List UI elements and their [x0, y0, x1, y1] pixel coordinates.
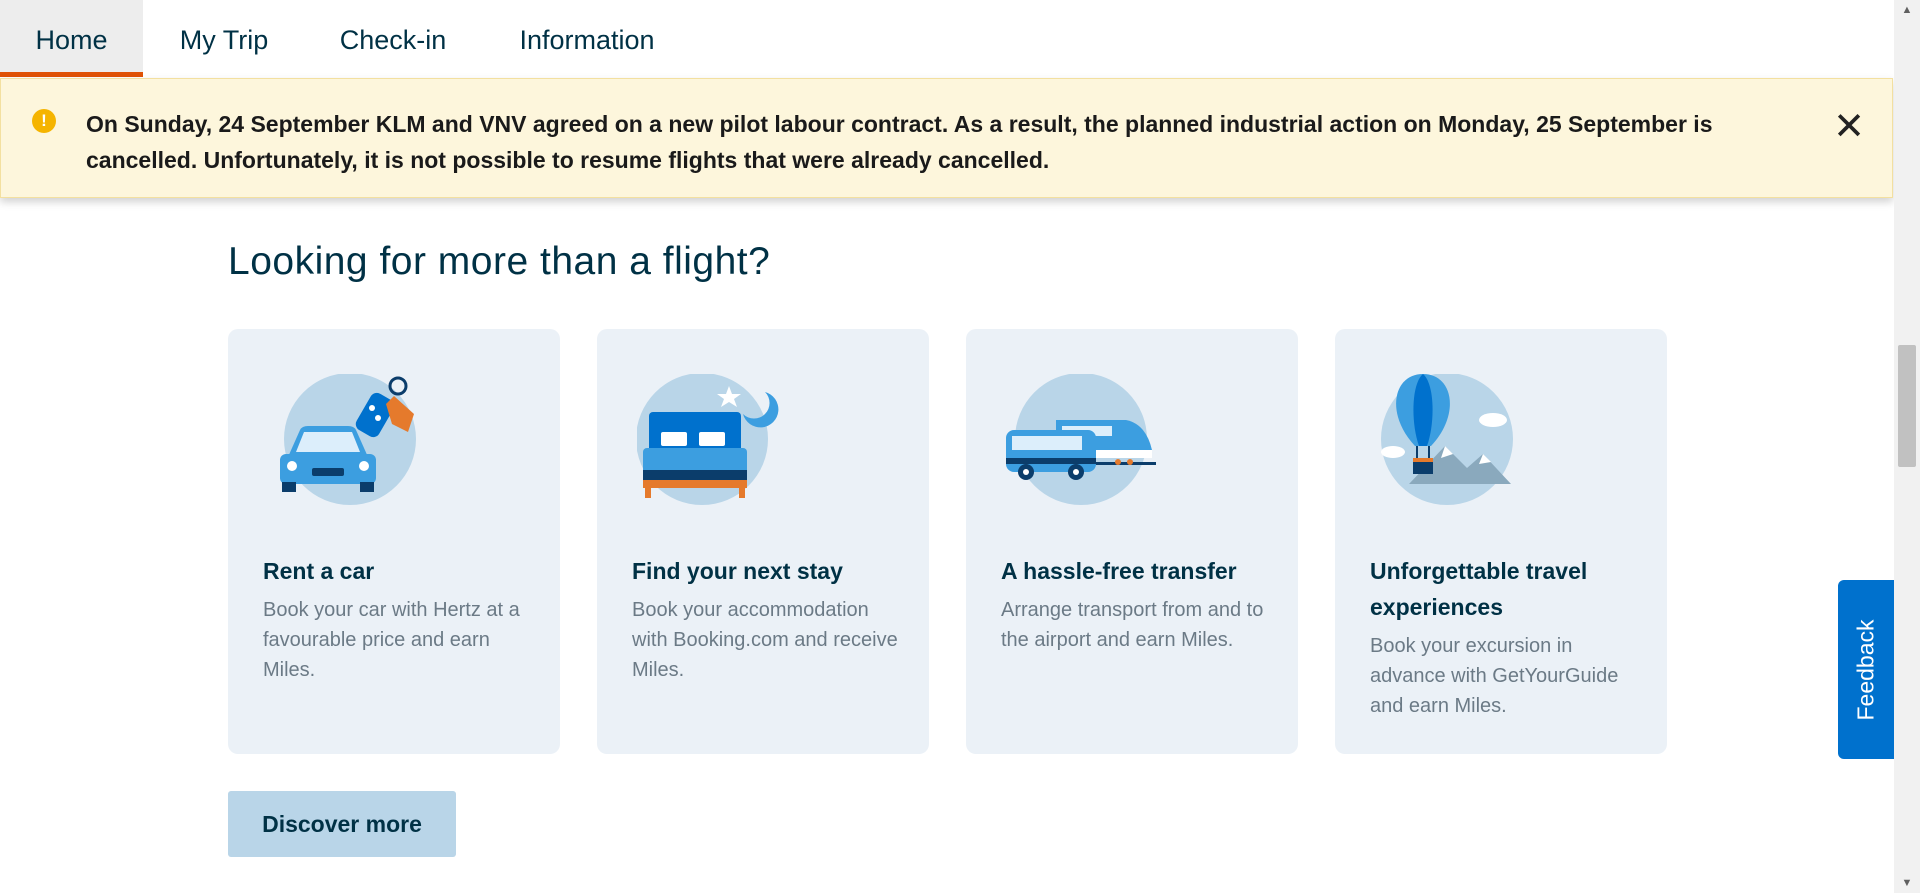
- alert-message: On Sunday, 24 September KLM and VNV agre…: [86, 111, 1713, 173]
- vertical-scrollbar[interactable]: ▲ ▼: [1894, 0, 1920, 893]
- top-nav: Home My Trip Check-in Information: [0, 0, 1894, 77]
- scroll-up-icon[interactable]: ▲: [1894, 0, 1920, 20]
- scroll-down-icon[interactable]: ▼: [1894, 873, 1920, 893]
- card-find-your-next-stay[interactable]: Find your next stay Book your accommodat…: [597, 329, 929, 754]
- transfer-illustration: [1006, 374, 1156, 505]
- card-title: A hassle-free transfer: [1001, 558, 1237, 584]
- tab-home[interactable]: Home: [0, 0, 143, 77]
- scrollbar-thumb[interactable]: [1898, 345, 1916, 467]
- card-title: Rent a car: [263, 558, 375, 584]
- hot-air-balloon-illustration: [1381, 374, 1513, 505]
- warning-icon: !: [32, 109, 56, 133]
- card-description: Book your accommodation with Booking.com…: [632, 599, 898, 681]
- card-description: Arrange transport from and to the airpor…: [1001, 599, 1264, 651]
- alert-banner: ! On Sunday, 24 September KLM and VNV ag…: [0, 78, 1893, 198]
- bed-illustration: [637, 374, 779, 505]
- card-description: Book your excursion in advance with GetY…: [1370, 635, 1619, 717]
- feedback-label: Feedback: [1852, 618, 1879, 721]
- card-title: Unforgettable travel experiences: [1370, 558, 1588, 620]
- card-travel-experiences[interactable]: Unforgettable travel experiences Book yo…: [1335, 329, 1667, 754]
- tab-my-trip[interactable]: My Trip: [158, 0, 290, 77]
- tab-information[interactable]: Information: [502, 0, 672, 77]
- discover-more-button[interactable]: Discover more: [228, 791, 456, 857]
- card-title: Find your next stay: [632, 558, 843, 584]
- card-rent-a-car[interactable]: Rent a car Book your car with Hertz at a…: [228, 329, 560, 754]
- tab-check-in[interactable]: Check-in: [322, 0, 464, 77]
- card-hassle-free-transfer[interactable]: A hassle-free transfer Arrange transport…: [966, 329, 1298, 754]
- card-description: Book your car with Hertz at a favourable…: [263, 599, 520, 681]
- car-rental-illustration: [280, 374, 416, 505]
- section-heading: Looking for more than a flight?: [228, 240, 771, 283]
- close-icon[interactable]: ✕: [1831, 108, 1867, 146]
- feedback-tab[interactable]: Feedback: [1838, 580, 1894, 759]
